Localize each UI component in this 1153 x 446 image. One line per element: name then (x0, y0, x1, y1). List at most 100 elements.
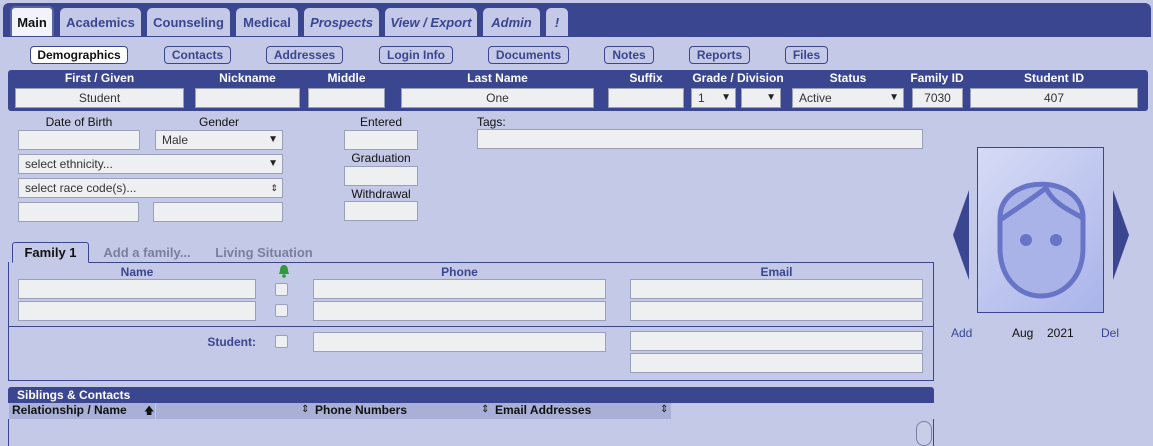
student-photo[interactable] (977, 147, 1104, 313)
subtab-contacts[interactable]: Contacts (164, 46, 231, 64)
family-phone-header: Phone (441, 265, 478, 279)
siblings-scrollbar[interactable] (916, 421, 932, 446)
bell-icon (276, 264, 292, 279)
subtab-files[interactable]: Files (785, 46, 828, 64)
middle-name-label: Middle (327, 71, 366, 85)
chevron-down-icon: ▼ (766, 92, 776, 103)
ethnicity-value: select ethnicity... (25, 157, 113, 171)
guardian1-phone-field[interactable] (313, 279, 606, 299)
last-name-field[interactable]: One (401, 88, 594, 108)
siblings-header: Siblings & Contacts (8, 387, 934, 403)
grade-value: 1 (698, 91, 705, 105)
next-photo-arrow-icon[interactable] (1113, 190, 1129, 280)
avatar-placeholder-icon (997, 181, 1086, 299)
col-blank[interactable] (156, 403, 312, 419)
tab-medical[interactable]: Medical (236, 8, 298, 36)
student-id-label: Student ID (1024, 71, 1084, 85)
tab-counseling[interactable]: Counseling (147, 8, 230, 36)
tab-family-1[interactable]: Family 1 (12, 242, 89, 263)
tab-view-export[interactable]: View / Export (385, 8, 477, 36)
sort-arrows-icon[interactable]: ⇕ (481, 404, 489, 415)
photo-year: 2021 (1047, 326, 1074, 340)
guardian2-email-field[interactable] (630, 301, 923, 321)
race-code-select[interactable]: select race code(s)... ⇕ (18, 178, 283, 198)
withdrawal-field[interactable] (344, 201, 418, 221)
family-id-label: Family ID (910, 71, 964, 85)
guardian2-name-field[interactable] (18, 301, 256, 321)
tab-admin[interactable]: Admin (483, 8, 540, 36)
status-select[interactable]: Active ▼ (792, 88, 904, 108)
tags-label: Tags: (477, 115, 506, 129)
subtab-reports[interactable]: Reports (689, 46, 750, 64)
student-phone-field[interactable] (313, 332, 606, 352)
add-photo-link[interactable]: Add (951, 326, 972, 340)
student-id-field[interactable]: 407 (970, 88, 1138, 108)
col-relationship-name[interactable]: Relationship / Name (9, 403, 155, 419)
guardian2-phone-field[interactable] (313, 301, 606, 321)
gender-label: Gender (198, 115, 240, 129)
gender-select[interactable]: Male ▼ (155, 130, 283, 150)
status-label: Status (829, 71, 867, 85)
withdrawal-label: Withdrawal (351, 187, 411, 201)
guardian1-name-field[interactable] (18, 279, 256, 299)
guardian1-email-field[interactable] (630, 279, 923, 299)
first-name-label: First / Given (64, 71, 135, 85)
tab-living-situation[interactable]: Living Situation (210, 242, 318, 263)
entered-label: Entered (359, 115, 403, 129)
tab-prospects[interactable]: Prospects (304, 8, 379, 36)
student-email-field[interactable] (630, 331, 923, 351)
photo-month: Aug (1012, 326, 1034, 340)
subtab-notes[interactable]: Notes (604, 46, 654, 64)
last-name-label: Last Name (467, 71, 528, 85)
guardian1-notify-checkbox[interactable] (275, 283, 288, 296)
chevron-down-icon: ▼ (268, 158, 278, 169)
siblings-table-body (8, 419, 934, 446)
family-id-field[interactable]: 7030 (912, 88, 963, 108)
student-notify-checkbox[interactable] (275, 335, 288, 348)
col-email-addresses[interactable]: Email Addresses (492, 403, 671, 419)
delete-photo-link[interactable]: Del (1101, 326, 1119, 340)
chevron-down-icon: ▼ (889, 92, 899, 103)
guardian2-notify-checkbox[interactable] (275, 304, 288, 317)
race-code-value: select race code(s)... (25, 181, 137, 195)
chevron-down-icon: ▼ (268, 134, 278, 145)
tab-academics[interactable]: Academics (60, 8, 141, 36)
grade-select[interactable]: 1 ▼ (691, 88, 736, 108)
subtab-addresses[interactable]: Addresses (266, 46, 343, 64)
tags-field[interactable] (477, 129, 923, 149)
subtab-demographics[interactable]: Demographics (30, 46, 128, 64)
ethnicity-select[interactable]: select ethnicity... ▼ (18, 154, 283, 174)
grade-division-label: Grade / Division (692, 71, 784, 85)
family-email-header: Email (760, 265, 793, 279)
nickname-label: Nickname (219, 71, 276, 85)
subtab-login-info[interactable]: Login Info (379, 46, 453, 64)
family-divider (8, 326, 934, 327)
graduation-field[interactable] (344, 166, 418, 186)
col-phone-numbers[interactable]: Phone Numbers (312, 403, 492, 419)
sort-arrows-icon[interactable]: ⇕ (660, 404, 668, 415)
dob-field[interactable] (18, 130, 140, 150)
updown-icon: ⇕ (270, 183, 278, 193)
status-value: Active (799, 91, 832, 105)
extra-field-2[interactable] (153, 202, 283, 222)
tab-main[interactable]: Main (10, 6, 54, 36)
sort-arrows-icon[interactable]: ⇕ (301, 404, 309, 415)
dob-label: Date of Birth (45, 115, 113, 129)
extra-field-1[interactable] (18, 202, 139, 222)
previous-photo-arrow-icon[interactable] (953, 190, 969, 280)
first-name-field[interactable]: Student (15, 88, 184, 108)
family-name-header: Name (120, 265, 154, 279)
subtab-documents[interactable]: Documents (488, 46, 569, 64)
entered-field[interactable] (344, 130, 418, 150)
student-row-label: Student: (207, 335, 256, 349)
tab-add-family[interactable]: Add a family... (98, 242, 196, 263)
nickname-field[interactable] (195, 88, 300, 108)
suffix-field[interactable] (608, 88, 684, 108)
graduation-label: Graduation (351, 151, 411, 165)
suffix-label: Suffix (629, 71, 663, 85)
student-email2-field[interactable] (630, 353, 923, 373)
division-select[interactable]: ▼ (741, 88, 781, 108)
tab-alerts[interactable]: ! (546, 8, 568, 36)
middle-name-field[interactable] (308, 88, 385, 108)
gender-value: Male (162, 133, 189, 147)
